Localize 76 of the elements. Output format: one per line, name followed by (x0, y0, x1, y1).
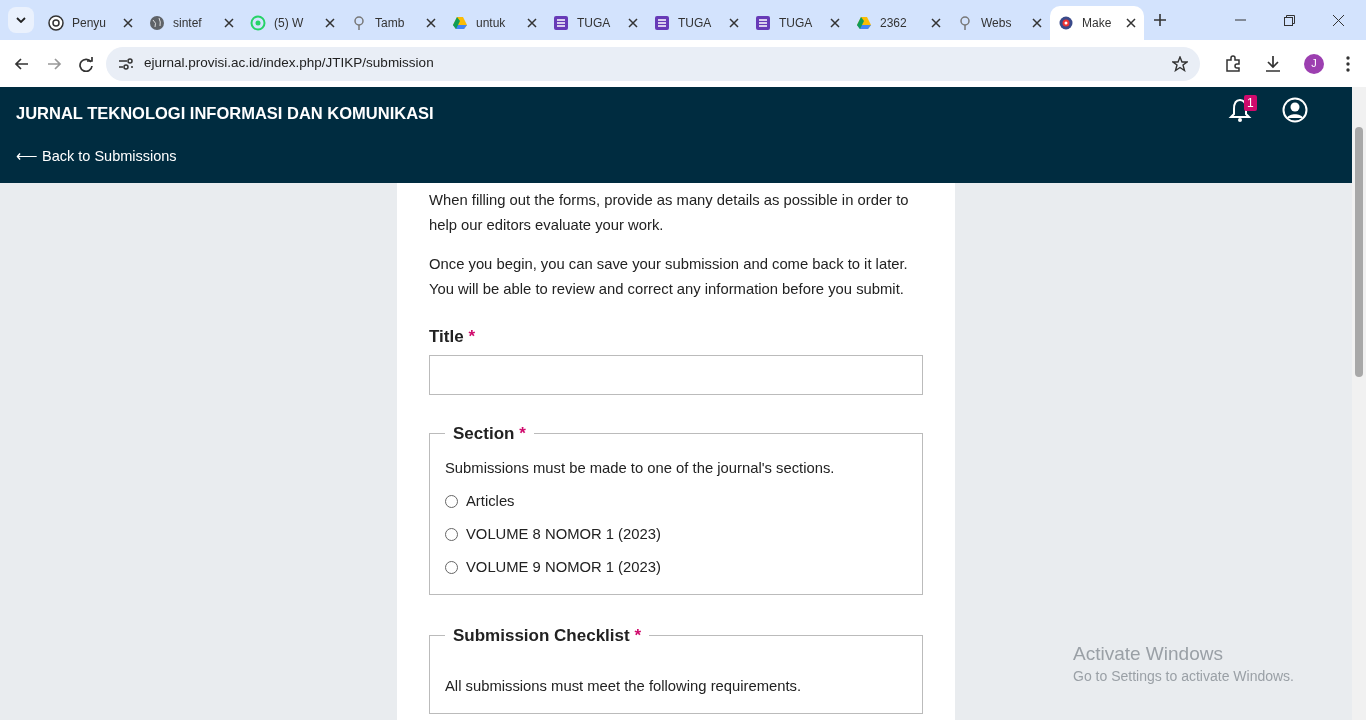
extension-puzzle-icon[interactable] (1224, 54, 1242, 73)
close-icon[interactable] (729, 18, 739, 28)
bell-icon[interactable] (1228, 97, 1252, 123)
checklist-description: All submissions must meet the following requirements. (445, 677, 803, 696)
intro-paragraph: Once you begin, you can save your submission and come back to it later. You will be able to review and correct any information before you submit. (429, 255, 909, 299)
browser-tab[interactable]: untuk (444, 6, 545, 40)
journal-title: JURNAL TEKNOLOGI INFORMASI DAN KOMUNIKASI (16, 103, 434, 124)
restore-icon[interactable] (1284, 14, 1295, 26)
notification-count: 1 (1244, 95, 1257, 111)
browser-tab[interactable]: TUGA (545, 6, 646, 40)
required-mark: * (468, 327, 475, 346)
browser-tab[interactable]: Tamb (343, 6, 444, 40)
browser-tab[interactable]: Make (1050, 6, 1144, 40)
download-icon[interactable] (1264, 54, 1282, 73)
close-icon[interactable] (830, 18, 840, 28)
tab-title: Penyu (72, 15, 108, 32)
back-link[interactable]: ⟵ Back to Submissions (16, 146, 177, 168)
tab-title: 2362 (880, 15, 908, 32)
browser-tab[interactable]: (5) W (242, 6, 343, 40)
required-mark: * (519, 424, 526, 443)
drive-logo-icon (856, 15, 872, 31)
address-bar[interactable]: ejurnal.provisi.ac.id/index.php/JTIKP/submission (106, 46, 1200, 81)
browser-tab[interactable]: 2362 (848, 6, 949, 40)
tab-title: TUGA (779, 15, 814, 32)
map-pin-icon (957, 15, 973, 31)
form-list-icon (553, 15, 569, 31)
close-icon[interactable] (628, 18, 638, 28)
tab-title: (5) W (274, 15, 305, 32)
close-icon[interactable] (426, 18, 436, 28)
star-icon[interactable] (1172, 55, 1188, 72)
close-icon[interactable] (1032, 18, 1042, 28)
radio-label: VOLUME 8 NOMOR 1 (2023) (466, 525, 661, 544)
globe-icon (149, 15, 165, 31)
title-input[interactable] (429, 355, 923, 395)
chevron-down-icon (16, 17, 26, 23)
browser-tab[interactable]: sintef (141, 6, 242, 40)
drive-logo-icon (452, 15, 468, 31)
close-icon[interactable] (527, 18, 537, 28)
new-tab-icon[interactable] (1154, 14, 1166, 26)
form-list-icon (654, 15, 670, 31)
tab-title: TUGA (678, 15, 713, 32)
user-account-icon[interactable] (1282, 97, 1308, 123)
tab-title: Make (1082, 15, 1113, 32)
url-text: ejurnal.provisi.ac.id/index.php/JTIKP/submission (144, 54, 435, 73)
close-icon[interactable] (931, 18, 941, 28)
browser-tab[interactable]: Webs (949, 6, 1050, 40)
field-label: Title (429, 327, 464, 346)
close-icon[interactable] (1126, 18, 1136, 28)
section-description: Submissions must be made to one of the journal's sections. (445, 459, 836, 478)
tab-title: Tamb (375, 15, 406, 32)
site-settings-icon[interactable] (118, 56, 134, 71)
intro-paragraph: When filling out the forms, provide as many details as possible in order to help our editors evaluate your work. (429, 191, 910, 235)
close-icon[interactable] (123, 18, 133, 28)
scrollbar[interactable] (1352, 87, 1366, 720)
activation-title: Activate Windows (1073, 642, 1224, 666)
section-legend: Section (453, 424, 515, 443)
tab-title: untuk (476, 15, 507, 32)
browser-tab[interactable]: TUGA (646, 6, 747, 40)
close-icon[interactable] (224, 18, 234, 28)
radio-label: VOLUME 9 NOMOR 1 (2023) (466, 558, 661, 577)
tab-title: sintef (173, 15, 203, 32)
required-mark: * (634, 626, 642, 645)
map-pin-icon (351, 15, 367, 31)
section-legend: Submission Checklist (453, 626, 630, 645)
form-list-icon (755, 15, 771, 31)
more-menu-icon[interactable] (1346, 55, 1350, 72)
browser-tab[interactable]: TUGA (747, 6, 848, 40)
radio-label: Articles (466, 492, 515, 511)
tab-title: Webs (981, 15, 1013, 32)
profile-avatar[interactable]: J (1304, 53, 1324, 74)
close-icon[interactable] (1333, 14, 1344, 26)
activation-subtitle: Go to Settings to activate Windows. (1073, 667, 1294, 686)
browser-tab[interactable]: Penyu (40, 6, 141, 40)
close-icon[interactable] (325, 18, 335, 28)
tab-list-button[interactable] (8, 7, 34, 33)
tab-title: TUGA (577, 15, 612, 32)
